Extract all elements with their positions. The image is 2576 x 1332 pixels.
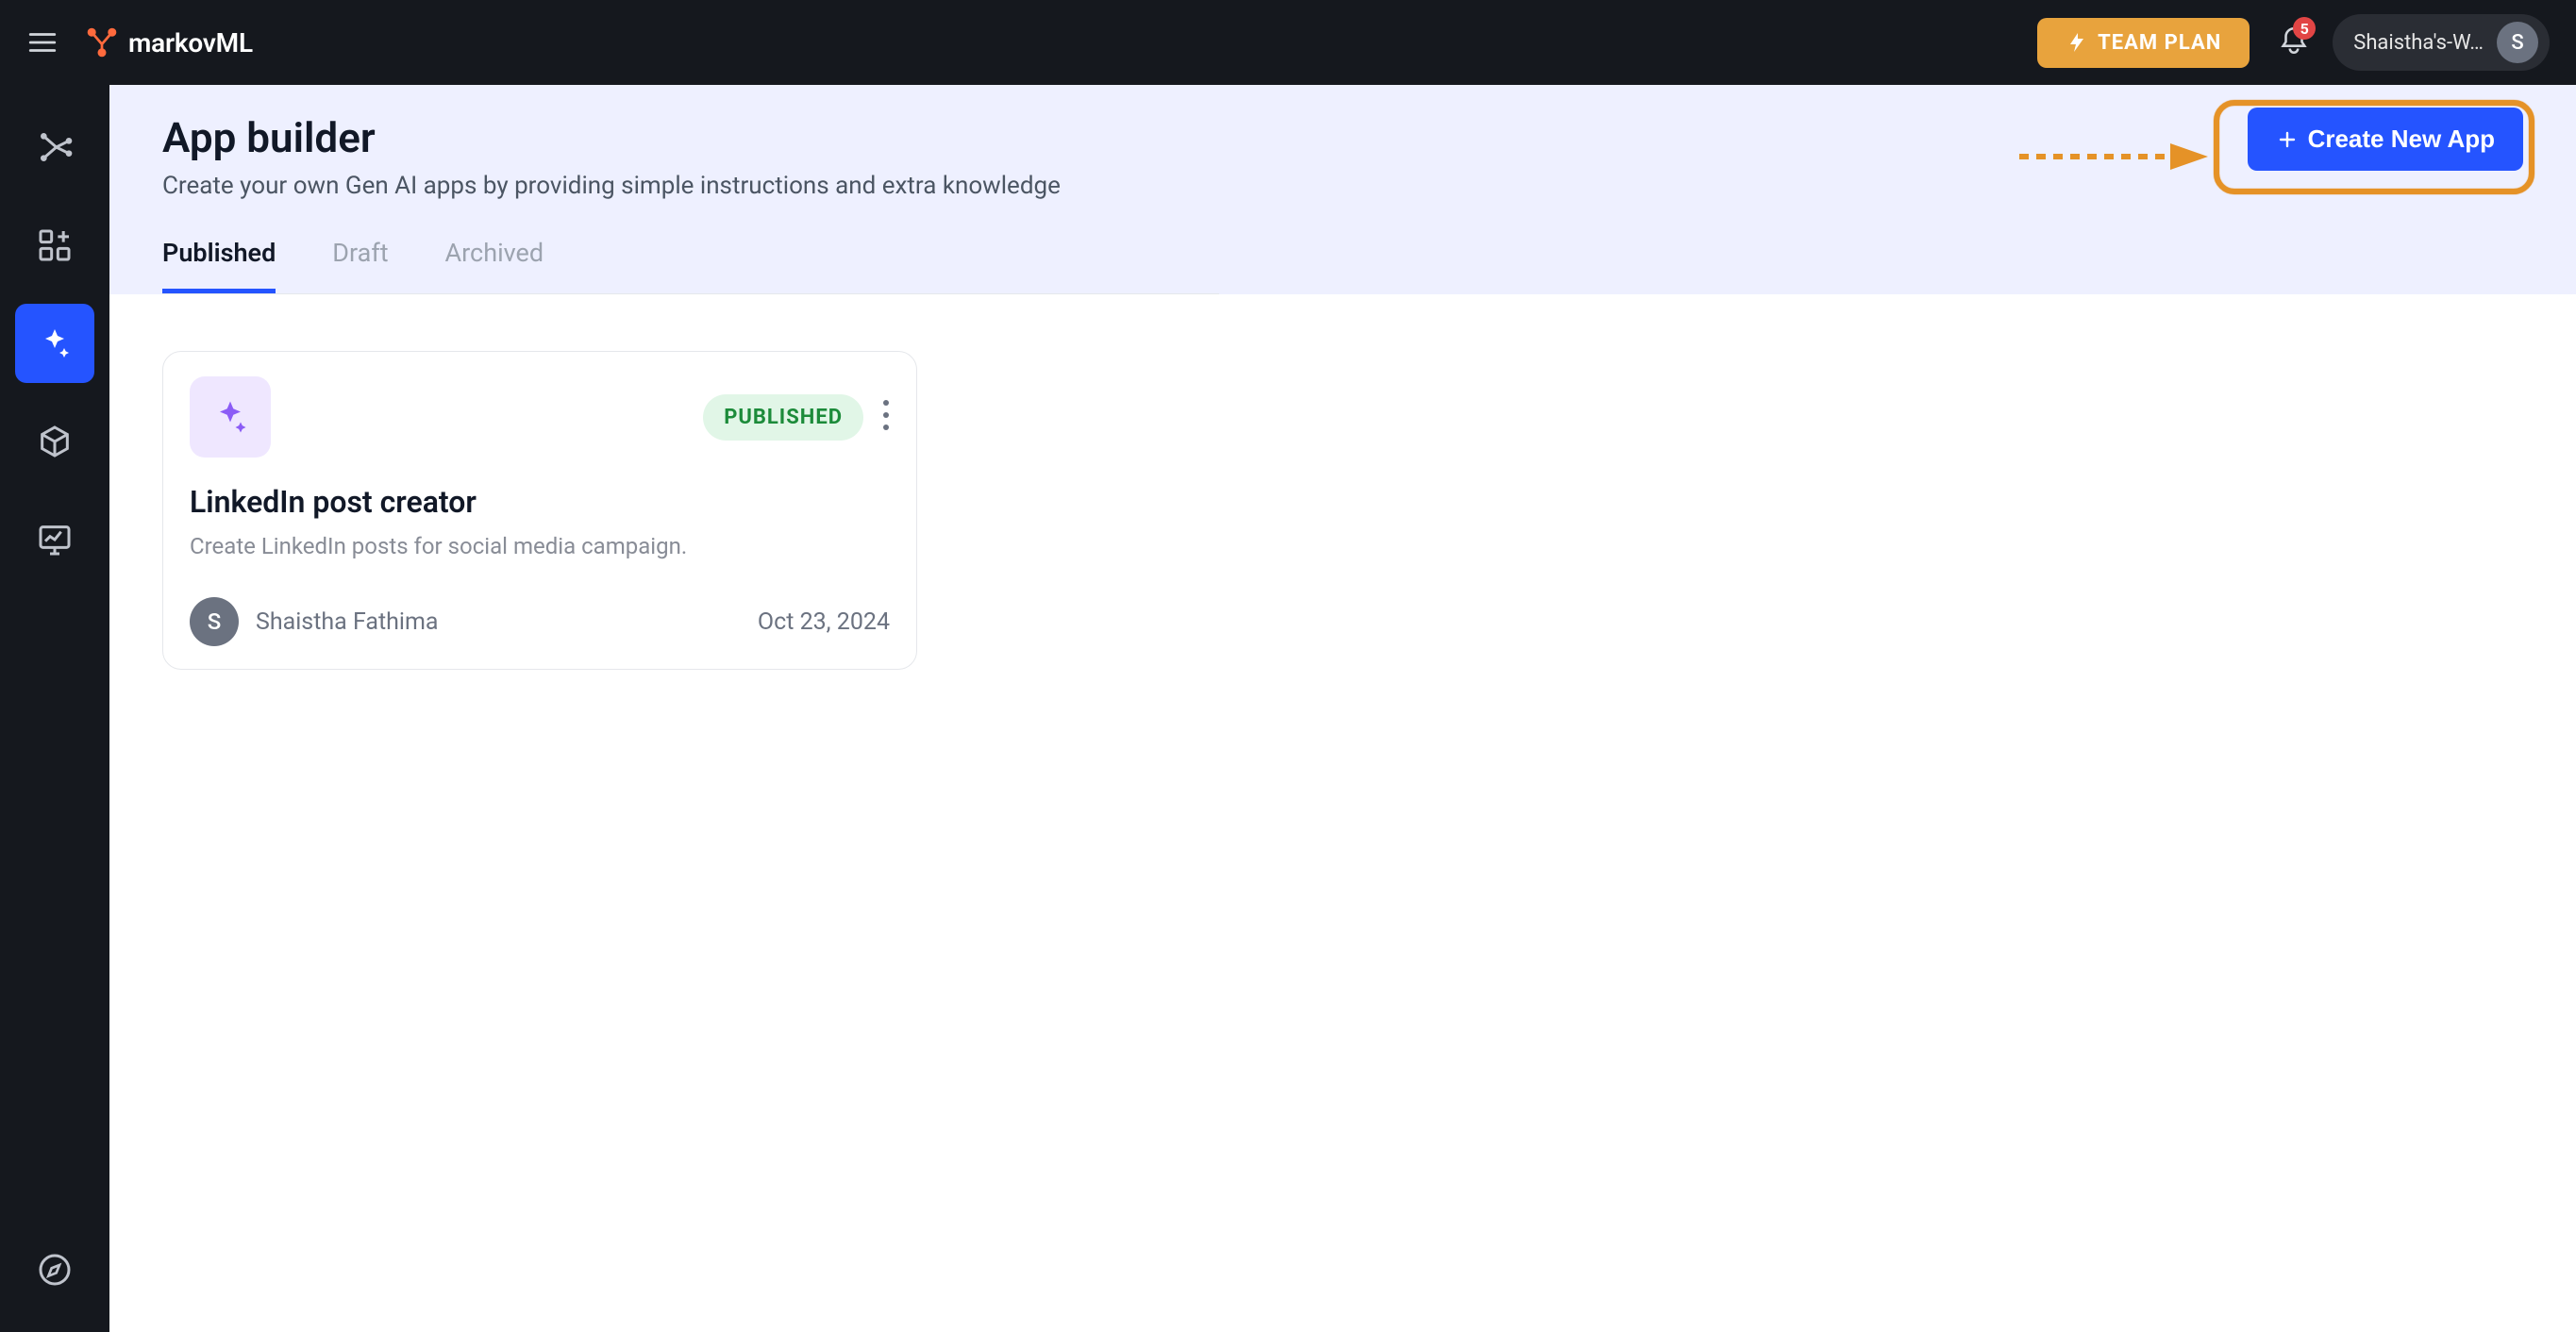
compass-icon (36, 1251, 74, 1289)
hamburger-icon (26, 26, 59, 58)
presentation-chart-icon (36, 521, 74, 558)
grid-add-icon (36, 226, 74, 264)
top-bar: markovML TEAM PLAN 5 Shaistha's-W… S (0, 0, 2576, 85)
flow-icon (36, 128, 74, 166)
workspace-label: Shaistha's-W… (2353, 31, 2484, 55)
app-card-footer: S Shaistha Fathima Oct 23, 2024 (190, 597, 890, 646)
page-subtitle: Create your own Gen AI apps by providing… (162, 172, 2523, 200)
sidebar-item-workflows[interactable] (15, 108, 94, 187)
brand-name: markovML (128, 27, 253, 58)
avatar-initial: S (2511, 31, 2523, 55)
sidebar-item-models[interactable] (15, 402, 94, 481)
apps-list: PUBLISHED LinkedIn post creator Create L… (109, 294, 2576, 726)
bolt-icon (2066, 31, 2088, 54)
tab-label: Published (162, 238, 276, 268)
sidebar-item-apps-grid[interactable] (15, 206, 94, 285)
tabs-divider (162, 293, 1219, 294)
app-card-description: Create LinkedIn posts for social media c… (190, 533, 890, 559)
brand-logo[interactable]: markovML (85, 25, 253, 59)
user-avatar: S (2497, 22, 2538, 63)
owner-name: Shaistha Fathima (256, 608, 439, 636)
owner-avatar: S (190, 597, 239, 646)
page-hero: App builder Create your own Gen AI apps … (109, 85, 2576, 294)
app-card-title: LinkedIn post creator (190, 484, 890, 520)
tab-archived[interactable]: Archived (445, 238, 544, 293)
status-badge: PUBLISHED (703, 394, 863, 441)
create-button-label: Create New App (2308, 125, 2495, 154)
app-card[interactable]: PUBLISHED LinkedIn post creator Create L… (162, 351, 917, 670)
tabs: Published Draft Archived (162, 238, 2523, 293)
page-title: App builder (162, 113, 2523, 162)
tab-published[interactable]: Published (162, 238, 276, 293)
notifications-count-badge: 5 (2293, 17, 2316, 40)
notifications-button[interactable]: 5 (2278, 25, 2310, 60)
app-shell: App builder Create your own Gen AI apps … (0, 85, 2576, 1332)
logo-mark-icon (85, 25, 119, 59)
plus-icon (2276, 128, 2299, 151)
menu-toggle[interactable] (17, 17, 68, 68)
sidebar-item-app-builder[interactable] (15, 304, 94, 383)
cube-icon (36, 423, 74, 460)
sidebar (0, 85, 109, 1332)
sparkles-icon (209, 396, 251, 438)
team-plan-label: TEAM PLAN (2098, 31, 2221, 55)
create-new-app-button[interactable]: Create New App (2248, 108, 2523, 171)
owner-avatar-initial: S (208, 608, 222, 635)
app-owner: S Shaistha Fathima (190, 597, 439, 646)
app-card-menu-button[interactable] (882, 399, 890, 435)
main-area: App builder Create your own Gen AI apps … (109, 85, 2576, 1332)
dots-vertical-icon (882, 399, 890, 431)
create-button-wrap: Create New App (2248, 108, 2523, 171)
team-plan-button[interactable]: TEAM PLAN (2037, 18, 2250, 68)
tab-draft[interactable]: Draft (332, 238, 388, 293)
app-card-date: Oct 23, 2024 (758, 608, 890, 636)
workspace-switcher[interactable]: Shaistha's-W… S (2333, 14, 2550, 71)
sidebar-item-explore[interactable] (15, 1230, 94, 1309)
sparkles-icon (36, 325, 74, 362)
app-icon-box (190, 376, 271, 458)
tab-label: Archived (445, 238, 544, 268)
app-card-header: PUBLISHED (190, 376, 890, 458)
sidebar-item-analytics[interactable] (15, 500, 94, 579)
tab-label: Draft (332, 238, 388, 268)
